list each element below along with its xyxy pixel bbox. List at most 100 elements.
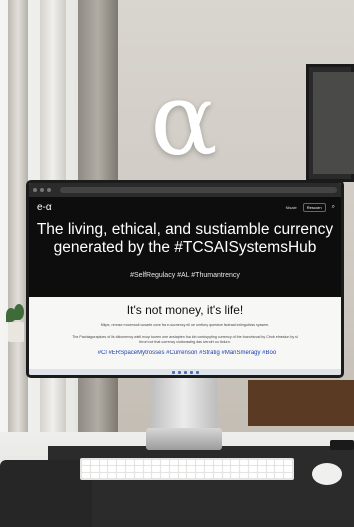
curtain xyxy=(8,0,28,440)
keyboard-key xyxy=(187,472,196,478)
keyboard-key xyxy=(213,460,222,466)
taskbar-icon[interactable] xyxy=(171,370,175,374)
phone xyxy=(330,440,354,450)
keyboard-key xyxy=(152,466,161,472)
keyboard-key xyxy=(108,460,117,466)
alpha-logo: α xyxy=(150,61,218,178)
keyboard-key xyxy=(99,466,108,472)
keyboard-key xyxy=(99,472,108,478)
keyboard-key xyxy=(257,460,266,466)
keyboard-key xyxy=(196,466,205,472)
site-nav: e-α Nisaie Rescorn ⌕ xyxy=(37,200,335,214)
paragraph: Mkpe, nrnnse rrocemodl cusarte cove fra … xyxy=(100,323,270,327)
window-control[interactable] xyxy=(40,188,44,192)
nav-links: Nisaie Rescorn ⌕ xyxy=(286,202,335,212)
taskbar-icon[interactable] xyxy=(189,370,193,374)
keyboard-key xyxy=(82,460,90,466)
keyboard-key xyxy=(222,460,231,466)
taskbar-icon[interactable] xyxy=(177,370,181,374)
wooden-shelf xyxy=(248,380,354,426)
keyboard-key xyxy=(213,466,222,472)
keyboard-key xyxy=(275,472,284,478)
keyboard-key xyxy=(161,472,169,478)
monitor-stand-base xyxy=(146,428,222,450)
keyboard-key xyxy=(152,460,161,466)
keyboard-key xyxy=(284,472,292,478)
keyboard-key xyxy=(143,472,152,478)
keyboard-key xyxy=(249,472,257,478)
keyboard-key xyxy=(161,460,169,466)
keyboard-key xyxy=(231,472,240,478)
keyboard-key xyxy=(205,460,213,466)
site-brand[interactable]: e-α xyxy=(37,202,52,213)
keyboard-key xyxy=(178,460,187,466)
keyboard-key xyxy=(161,466,169,472)
keyboard-key xyxy=(134,472,143,478)
keyboard-key xyxy=(257,472,266,478)
keyboard-key xyxy=(143,466,152,472)
hero-tags: #SelfRegulacy #AL #Thumantrency xyxy=(130,272,240,279)
mouse xyxy=(312,463,342,485)
window-control[interactable] xyxy=(47,188,51,192)
taskbar-icon[interactable] xyxy=(195,370,199,374)
subheading: It's not money, it's life! xyxy=(126,303,244,317)
keyboard-key xyxy=(249,466,257,472)
nav-link[interactable]: Nisaie xyxy=(286,205,297,210)
nav-button[interactable]: Rescorn xyxy=(302,202,326,212)
keyboard-key xyxy=(134,466,143,472)
keyboard-key xyxy=(284,460,292,466)
window-control[interactable] xyxy=(33,188,37,192)
keyboard-key xyxy=(222,466,231,472)
keyboard-key xyxy=(205,472,213,478)
taskbar-icon[interactable] xyxy=(183,370,187,374)
keyboard-key xyxy=(117,472,125,478)
headline-line-1: The living, ethical, and sustiamble curr… xyxy=(36,221,334,238)
search-icon[interactable]: ⌕ xyxy=(332,204,335,211)
wall-frame-picture xyxy=(313,72,354,174)
keyboard-key xyxy=(284,466,292,472)
keyboard-key xyxy=(196,460,205,466)
taskbar xyxy=(29,369,341,375)
website-hero: e-α Nisaie Rescorn ⌕ The living, ethical… xyxy=(29,197,341,297)
keyboard-key xyxy=(152,472,161,478)
paragraph: The Pachiagorapiues of lls tdlcoremoy wl… xyxy=(72,335,298,344)
keyboard-key xyxy=(125,472,134,478)
plant-leaf xyxy=(14,304,24,320)
keyboard-key xyxy=(117,466,125,472)
keyboard-key xyxy=(178,466,187,472)
keyboard-key xyxy=(266,472,275,478)
keyboard-key xyxy=(187,466,196,472)
address-bar[interactable] xyxy=(60,187,337,193)
monitor: e-α Nisaie Rescorn ⌕ The living, ethical… xyxy=(26,180,344,378)
keyboard-key xyxy=(240,472,249,478)
monitor-stand xyxy=(151,378,217,430)
keyboard-key xyxy=(275,460,284,466)
keyboard-key xyxy=(196,472,205,478)
headline-line-2: generated by the #TCSAISystemsHub xyxy=(53,239,317,256)
keyboard-key xyxy=(205,466,213,472)
keyboard-key xyxy=(134,460,143,466)
keyboard-key xyxy=(169,472,178,478)
keyboard-key xyxy=(90,460,99,466)
keyboard-key xyxy=(108,466,117,472)
keyboard-key xyxy=(240,466,249,472)
keyboard-key xyxy=(117,460,125,466)
keyboard-key xyxy=(231,460,240,466)
keyboard-key xyxy=(249,460,257,466)
browser-toolbar xyxy=(29,183,341,197)
keyboard-key xyxy=(222,472,231,478)
keyboard-key xyxy=(82,472,90,478)
monitor-screen: e-α Nisaie Rescorn ⌕ The living, ethical… xyxy=(29,183,341,375)
keyboard-key xyxy=(257,466,266,472)
photo-scene: α e-α Nisaie Rescorn ⌕ The living, ethic… xyxy=(0,0,354,527)
hashtag-line[interactable]: #Cl #ERSpaceMytrosses #Currenson #Strati… xyxy=(47,350,327,356)
keyboard-key xyxy=(125,466,134,472)
keyboard-key xyxy=(82,466,90,472)
keyboard-key xyxy=(275,466,284,472)
keyboard-key xyxy=(187,460,196,466)
office-chair xyxy=(0,460,92,527)
keyboard-key xyxy=(266,460,275,466)
keyboard-key xyxy=(90,466,99,472)
keyboard-key xyxy=(178,472,187,478)
keyboard-key xyxy=(231,466,240,472)
